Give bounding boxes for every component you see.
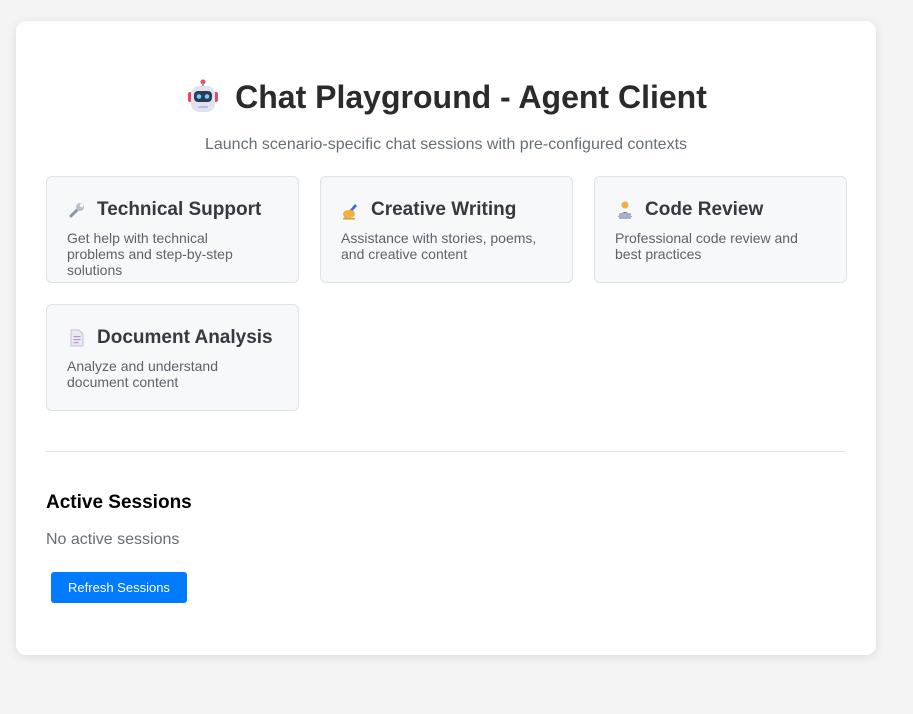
card-description: Professional code review and best practi… xyxy=(615,230,798,262)
scenario-grid: Technical Support Get help with technica… xyxy=(46,176,847,411)
card-description: Get help with technical problems and ste… xyxy=(67,230,233,278)
card-title: Creative Writing xyxy=(371,199,517,220)
wrench-icon xyxy=(67,200,87,220)
page-title: Chat Playground - Agent Client xyxy=(235,78,707,115)
robot-icon xyxy=(185,79,221,115)
header: Chat Playground - Agent Client xyxy=(46,77,846,117)
document-icon xyxy=(67,328,87,348)
writing-hand-icon xyxy=(341,200,361,220)
technologist-icon xyxy=(615,200,635,220)
card-description: Assistance with stories, poems, and crea… xyxy=(341,230,537,262)
active-sessions-heading: Active Sessions xyxy=(46,492,192,513)
main-panel: Chat Playground - Agent Client Launch sc… xyxy=(16,21,876,655)
scenario-card-code-review[interactable]: Code Review Professional code review and… xyxy=(594,176,847,283)
scenario-card-document-analysis[interactable]: Document Analysis Analyze and understand… xyxy=(46,304,299,411)
card-title: Code Review xyxy=(645,199,764,220)
page-subtitle: Launch scenario-specific chat sessions w… xyxy=(204,136,688,153)
scenario-card-technical-support[interactable]: Technical Support Get help with technica… xyxy=(46,176,299,283)
scenario-card-creative-writing[interactable]: Creative Writing Assistance with stories… xyxy=(320,176,573,283)
refresh-sessions-button[interactable]: Refresh Sessions xyxy=(51,572,187,603)
card-description: Analyze and understand document content xyxy=(67,358,218,390)
card-title: Technical Support xyxy=(97,199,262,220)
no-sessions-text: No active sessions xyxy=(46,531,180,548)
section-divider xyxy=(46,451,846,452)
card-title: Document Analysis xyxy=(97,327,273,348)
